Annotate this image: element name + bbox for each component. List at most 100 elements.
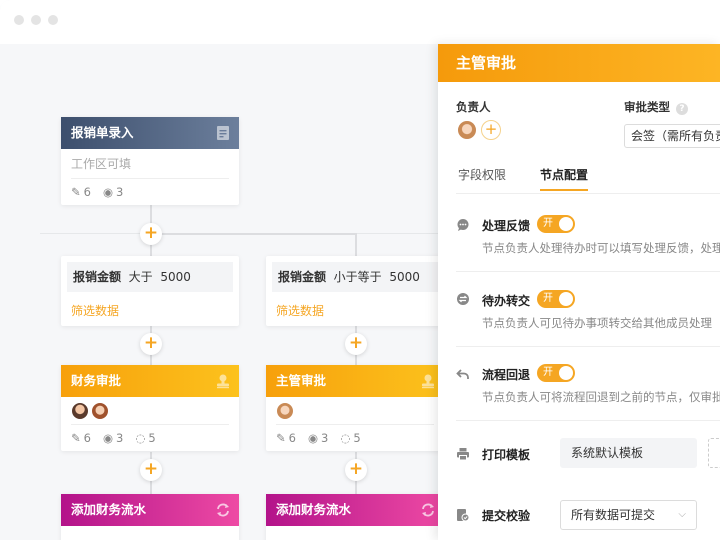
title-bar — [0, 0, 720, 44]
setting-title-rollback: 流程回退 — [482, 368, 531, 382]
add-node-button[interactable]: + — [140, 333, 162, 355]
transfer-toggle[interactable]: 开 — [537, 290, 575, 308]
start-node[interactable]: 报销单录入 工作区可填 ✎ 6 ◉ 3 — [61, 117, 239, 205]
stamp-icon — [422, 374, 434, 389]
action-node-left[interactable]: 添加财务流水 — [61, 494, 239, 540]
window-dot-maximize[interactable] — [48, 15, 58, 25]
setting-title-transfer: 待办转交 — [482, 294, 531, 308]
node-header: 添加财务流水 — [61, 494, 239, 526]
assignee-avatars — [71, 402, 229, 425]
add-node-button[interactable]: + — [345, 333, 367, 355]
divider — [456, 271, 720, 272]
node-body: ✎ 6 ◉ 3 ◌ 5 — [266, 397, 444, 451]
branch-line — [150, 233, 356, 235]
pencil-icon: ✎ — [71, 431, 81, 445]
condition-field: 报销金额 — [73, 270, 122, 284]
transfer-icon — [457, 293, 469, 305]
pencil-icon: ✎ — [276, 431, 286, 445]
setting-title-feedback: 处理反馈 — [482, 219, 531, 233]
setting-desc-feedback: 节点负责人处理待办时可以填写处理反馈，处理 — [482, 241, 720, 255]
approval-node-manager[interactable]: 主管审批 ✎ 6 ◉ 3 ◌ 5 — [266, 365, 444, 451]
approval-node-finance[interactable]: 财务审批 ✎ 6 ◉ 3 ◌ 5 — [61, 365, 239, 451]
eye-icon: ◉ — [102, 431, 114, 445]
avatar — [91, 402, 109, 420]
eye-closed-icon: ◌ — [135, 431, 146, 445]
approval-type-label-text: 审批类型 — [624, 100, 670, 114]
toggle-knob — [559, 292, 573, 306]
condition-expression: 报销金额 大于 5000 — [67, 262, 233, 292]
feedback-toggle[interactable]: 开 — [537, 215, 575, 233]
hidden-stat: ◌ 5 — [340, 431, 360, 445]
app-window: + + + + + 报销单录入 工作区可填 ✎ 6 ◉ 3 报销金额 大于 50… — [0, 0, 720, 540]
form-icon — [217, 126, 229, 140]
approval-type-select[interactable]: 会签（需所有负责 — [624, 124, 720, 148]
node-stats: ✎ 6 ◉ 3 — [71, 179, 229, 199]
toggle-label: 开 — [543, 367, 553, 378]
chevron-down-icon: ⌵ — [678, 509, 686, 520]
node-title: 主管审批 — [276, 373, 327, 388]
condition-operator: 大于 — [128, 270, 153, 284]
validation-icon — [457, 509, 470, 522]
edit-count: 6 — [83, 185, 91, 199]
add-node-button[interactable]: + — [140, 459, 162, 481]
condition-value: 5000 — [160, 270, 191, 284]
divider — [456, 420, 720, 421]
condition-field: 报销金额 — [278, 270, 327, 284]
toggle-label: 开 — [543, 218, 553, 229]
assignee-avatar[interactable] — [457, 120, 477, 140]
filter-data-link[interactable]: 筛选数据 — [266, 292, 444, 319]
node-body: 工作区可填 ✎ 6 ◉ 3 — [61, 149, 239, 205]
condition-expression: 报销金额 小于等于 5000 — [272, 262, 438, 292]
node-header: 主管审批 — [266, 365, 444, 397]
branch-condition-left[interactable]: 报销金额 大于 5000 筛选数据 — [61, 256, 239, 326]
setting-desc-transfer: 节点负责人可见待办事项转交给其他成员处理 — [482, 316, 712, 330]
node-header: 添加财务流水 — [266, 494, 444, 526]
add-assignee-button[interactable]: + — [481, 120, 501, 140]
pencil-icon: ✎ — [71, 185, 81, 199]
assignee-avatars — [276, 402, 434, 425]
panel-tabs: 字段权限 节点配置 — [456, 154, 720, 194]
node-stats: ✎ 6 ◉ 3 ◌ 5 — [71, 425, 229, 445]
print-template-select[interactable]: 系统默认模板 — [560, 438, 697, 468]
stamp-icon — [217, 374, 229, 389]
view-stat: ◉ 3 — [103, 185, 123, 199]
setting-desc-rollback: 节点负责人可将流程回退到之前的节点，仅审批 — [482, 390, 720, 404]
divider — [456, 346, 720, 347]
hidden-count: 5 — [353, 431, 361, 445]
condition-operator: 小于等于 — [333, 270, 382, 284]
rollback-toggle[interactable]: 开 — [537, 364, 575, 382]
view-count: 3 — [321, 431, 329, 445]
add-node-button[interactable]: + — [140, 223, 162, 245]
toggle-knob — [559, 366, 573, 380]
tab-field-permissions[interactable]: 字段权限 — [458, 166, 506, 183]
view-count: 3 — [116, 185, 124, 199]
active-tab-indicator — [540, 189, 588, 191]
help-icon[interactable]: ? — [676, 103, 688, 115]
hidden-count: 5 — [148, 431, 156, 445]
sync-icon — [422, 503, 434, 517]
tab-node-config[interactable]: 节点配置 — [540, 166, 588, 183]
submit-check-label: 提交校验 — [482, 509, 531, 523]
node-title: 报销单录入 — [71, 125, 134, 140]
hidden-stat: ◌ 5 — [135, 431, 155, 445]
window-dot-minimize[interactable] — [31, 15, 41, 25]
print-template-label: 打印模板 — [482, 448, 531, 462]
toggle-knob — [559, 217, 573, 231]
node-title: 添加财务流水 — [71, 502, 147, 517]
filter-data-link[interactable]: 筛选数据 — [61, 292, 239, 319]
action-node-right[interactable]: 添加财务流水 — [266, 494, 444, 540]
chat-bubble-icon — [457, 219, 469, 231]
add-node-button[interactable]: + — [345, 459, 367, 481]
approval-type-label: 审批类型? — [624, 99, 688, 115]
eye-icon: ◉ — [102, 185, 114, 199]
sync-icon — [217, 503, 229, 517]
node-body: ✎ 6 ◉ 3 ◌ 5 — [61, 397, 239, 451]
branch-condition-right[interactable]: 报销金额 小于等于 5000 筛选数据 — [266, 256, 444, 326]
assignee-label: 负责人 — [456, 100, 491, 114]
node-stats: ✎ 6 ◉ 3 ◌ 5 — [276, 425, 434, 445]
submit-check-value: 所有数据可提交 — [571, 508, 656, 522]
window-dot-close[interactable] — [14, 15, 24, 25]
print-template-edit-button[interactable] — [708, 438, 720, 468]
node-title: 财务审批 — [71, 373, 122, 388]
submit-check-select[interactable]: 所有数据可提交 ⌵ — [560, 500, 697, 530]
